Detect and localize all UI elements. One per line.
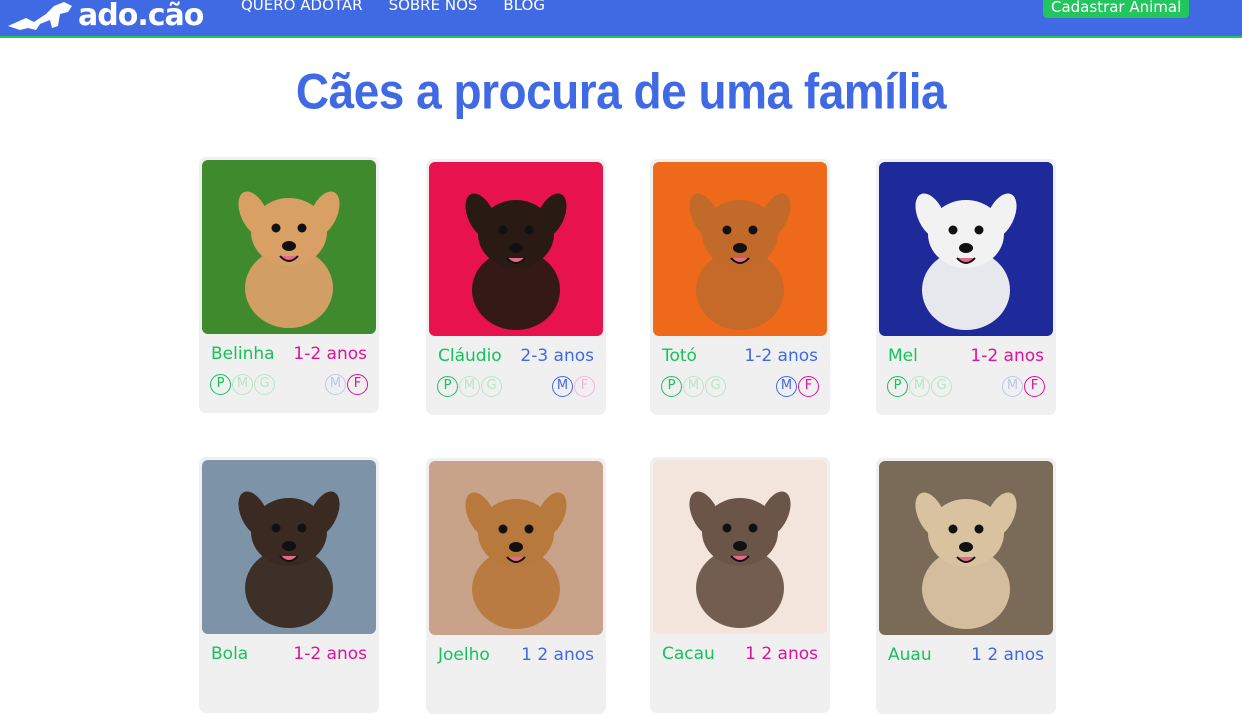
- sex-badge-f: F: [574, 376, 595, 397]
- nav-sobre-nos[interactable]: SOBRE NÓS: [389, 0, 478, 14]
- dog-age: 2-3 anos: [520, 346, 594, 366]
- dog-name: Totó: [662, 346, 697, 366]
- size-badge-p: P: [210, 374, 231, 395]
- dog-photo[interactable]: [429, 162, 603, 336]
- dog-photo-image: [202, 460, 376, 634]
- size-badge-g: G: [254, 374, 275, 395]
- dog-card[interactable]: Cláudio 2-3 anos P M G M F: [426, 159, 606, 415]
- sex-badge-m: M: [776, 376, 797, 397]
- dog-photo[interactable]: [879, 461, 1053, 635]
- sex-badge-m: M: [325, 374, 346, 395]
- nav-quero-adotar[interactable]: QUERO ADOTAR: [241, 0, 363, 14]
- sex-badge-f: F: [1024, 376, 1045, 397]
- sex-badges: MF: [1002, 376, 1045, 397]
- size-badges: PMG: [661, 376, 726, 397]
- dog-age: 1 2 anos: [745, 644, 818, 664]
- size-badge-p: P: [887, 376, 908, 397]
- dog-age: 1-2 anos: [744, 346, 818, 366]
- dog-photo-image: [879, 461, 1053, 635]
- sex-badge-f: F: [798, 376, 819, 397]
- dog-photo[interactable]: [429, 461, 603, 635]
- sex-badge-m: M: [552, 376, 573, 397]
- size-badge-g: G: [705, 376, 726, 397]
- dog-name: Bola: [211, 644, 249, 664]
- size-badge-m: M: [909, 376, 930, 397]
- dog-photo-image: [653, 460, 827, 634]
- dog-logo-icon: [8, 2, 72, 30]
- dog-name: Cláudio: [438, 346, 502, 366]
- sex-badge-m: M: [1002, 376, 1023, 397]
- dog-card[interactable]: Joelho 1 2 anos: [426, 458, 606, 714]
- dog-name: Mel: [888, 346, 918, 366]
- dog-photo-image: [202, 160, 376, 334]
- size-badges: PMG: [887, 376, 952, 397]
- size-badge-g: G: [931, 376, 952, 397]
- logo-text: ado.cão: [78, 0, 204, 33]
- dog-photo-image: [653, 162, 827, 336]
- size-badge-g: G: [481, 376, 502, 397]
- dog-card[interactable]: Belinha 1-2 anos P M G M F: [199, 157, 379, 413]
- cadastrar-animal-button[interactable]: Cadastrar Animal: [1043, 0, 1190, 18]
- dog-age: 1-2 anos: [293, 344, 367, 364]
- dog-name: Cacau: [662, 644, 715, 664]
- dog-age: 1 2 anos: [521, 645, 594, 665]
- page-title: Cães a procura de uma família: [295, 62, 947, 120]
- top-navbar: ado.cão QUERO ADOTAR SOBRE NÓS BLOG Cada…: [0, 0, 1242, 38]
- size-badge-m: M: [232, 374, 253, 395]
- dog-photo[interactable]: [202, 460, 376, 634]
- size-badge-m: M: [683, 376, 704, 397]
- dog-age: 1 2 anos: [971, 645, 1044, 665]
- dog-name: Auau: [888, 645, 932, 665]
- dog-photo[interactable]: [653, 162, 827, 336]
- dog-card[interactable]: Totó 1-2 anos P M G M F: [650, 159, 830, 415]
- size-badge-m: M: [459, 376, 480, 397]
- sex-badge-f: F: [347, 374, 368, 395]
- size-badge-p: P: [437, 376, 458, 397]
- dog-card[interactable]: Mel 1-2 anos P M G M F: [876, 159, 1056, 415]
- sex-badges: MF: [552, 376, 595, 397]
- dog-photo-image: [429, 461, 603, 635]
- dog-photo-image: [879, 162, 1053, 336]
- sex-badges: MF: [325, 374, 368, 395]
- dog-name: Joelho: [438, 645, 490, 665]
- dog-photo[interactable]: [653, 460, 827, 634]
- size-badge-p: P: [661, 376, 682, 397]
- site-logo[interactable]: ado.cão: [6, 0, 204, 33]
- dog-card[interactable]: Auau 1 2 anos: [876, 458, 1056, 714]
- main-nav: QUERO ADOTAR SOBRE NÓS BLOG: [241, 0, 545, 14]
- sex-badges: MF: [776, 376, 819, 397]
- nav-blog[interactable]: BLOG: [503, 0, 545, 14]
- dog-age: 1-2 anos: [293, 644, 367, 664]
- dog-age: 1-2 anos: [970, 346, 1044, 366]
- dog-name: Belinha: [211, 344, 275, 364]
- dog-photo[interactable]: [879, 162, 1053, 336]
- size-badges: PMG: [210, 374, 275, 395]
- dog-photo-image: [429, 162, 603, 336]
- size-badges: PMG: [437, 376, 502, 397]
- dog-photo[interactable]: [202, 160, 376, 334]
